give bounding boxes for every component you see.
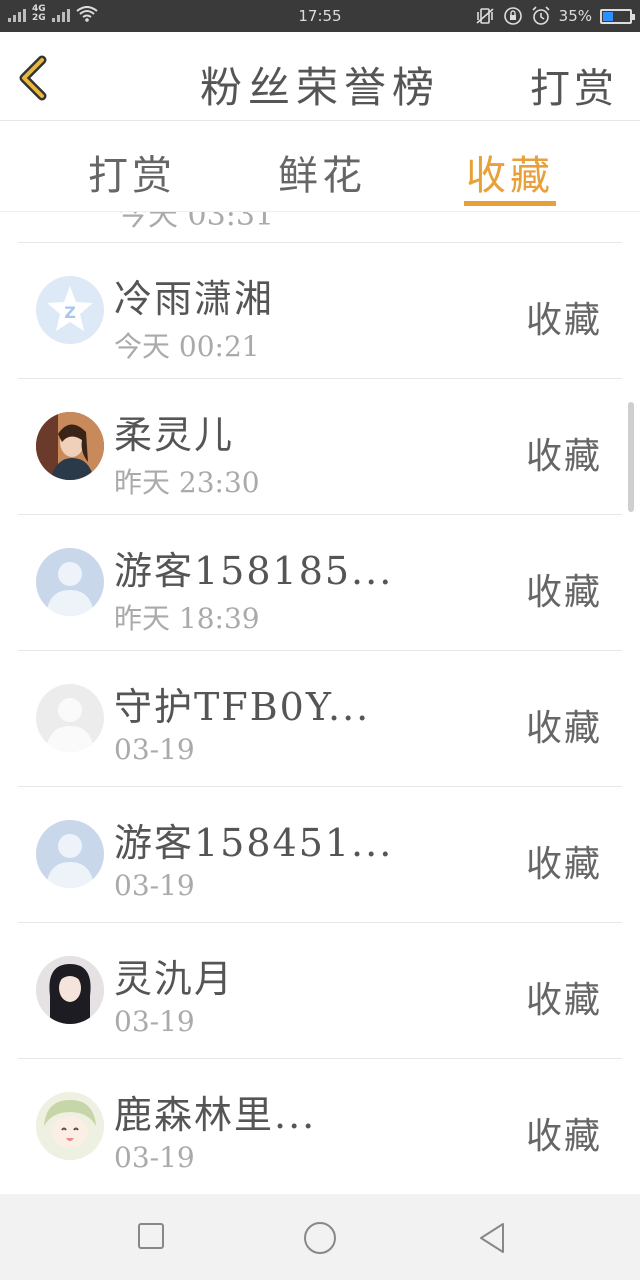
list-item[interactable]: 游客158185... 昨天 18:39 收藏 bbox=[18, 514, 622, 650]
list-item[interactable]: 柔灵儿 昨天 23:30 收藏 bbox=[18, 378, 622, 514]
favorite-label: 收藏 bbox=[525, 436, 602, 477]
tab-favorites[interactable]: 收藏 bbox=[466, 143, 554, 201]
active-tab-indicator bbox=[464, 201, 556, 206]
home-icon[interactable] bbox=[303, 1222, 337, 1254]
scrollbar[interactable] bbox=[628, 402, 634, 512]
tab-bar: 打赏 鲜花 收藏 bbox=[0, 121, 640, 212]
anime-avatar bbox=[36, 1092, 104, 1160]
status-right: 35% bbox=[475, 6, 635, 26]
rotation-lock-icon bbox=[503, 7, 522, 25]
qq-default-avatar: Z bbox=[36, 276, 104, 344]
vibrate-icon bbox=[476, 8, 494, 24]
favorite-label: 收藏 bbox=[525, 708, 602, 749]
tip-button[interactable]: 打赏 bbox=[530, 56, 618, 114]
favorite-time: 昨天 18:39 bbox=[114, 602, 260, 635]
battery-icon bbox=[600, 8, 635, 24]
favorite-label: 收藏 bbox=[525, 1116, 602, 1157]
favorite-label: 收藏 bbox=[525, 300, 602, 341]
list-item[interactable]: 鹿森林里... 03-19 收藏 bbox=[18, 1058, 622, 1194]
user-name: 冷雨潇湘 bbox=[114, 277, 275, 321]
list-item[interactable]: 守护TFB0Y... 03-19 收藏 bbox=[18, 650, 622, 786]
favorite-time: 昨天 23:30 bbox=[114, 466, 260, 499]
user-name: 游客158451... bbox=[114, 821, 394, 865]
photo-avatar bbox=[36, 956, 104, 1024]
battery-percent: 35% bbox=[558, 7, 592, 25]
favorite-time: 03-19 bbox=[114, 1005, 195, 1038]
recent-apps-icon[interactable] bbox=[138, 1222, 164, 1250]
guest-avatar-gray bbox=[36, 684, 104, 752]
favorite-time: 03-19 bbox=[114, 733, 195, 766]
status-bar: 4G 2G 17:55 35% bbox=[0, 0, 640, 32]
favorite-time: 今天 00:21 bbox=[114, 330, 260, 363]
photo-avatar bbox=[36, 412, 104, 480]
svg-text:Z: Z bbox=[64, 303, 76, 322]
favorite-label: 收藏 bbox=[525, 572, 602, 613]
user-name: 灵氿月 bbox=[114, 957, 235, 1001]
header: 粉丝荣誉榜 打赏 bbox=[0, 32, 640, 121]
guest-avatar-blue bbox=[36, 548, 104, 616]
alarm-icon bbox=[532, 6, 550, 25]
favorite-time: 03-19 bbox=[114, 869, 195, 902]
list-item[interactable]: 灵氿月 03-19 收藏 bbox=[18, 922, 622, 1058]
list-item[interactable]: Z 冷雨潇湘 今天 00:21 收藏 bbox=[18, 242, 622, 378]
user-name: 游客158185... bbox=[114, 549, 394, 593]
user-name: 柔灵儿 bbox=[114, 413, 235, 457]
user-name: 守护TFB0Y... bbox=[114, 685, 371, 729]
tab-tip[interactable]: 打赏 bbox=[88, 143, 176, 201]
partial-row-time: 今天 03:31 bbox=[118, 212, 274, 233]
user-name: 鹿森林里... bbox=[114, 1093, 317, 1137]
favorite-time: 03-19 bbox=[114, 1141, 195, 1174]
fan-list: 今天 03:31 Z 冷雨潇湘 今天 00:21 收藏 柔灵儿 昨天 23:30… bbox=[0, 212, 640, 1194]
guest-avatar-blue bbox=[36, 820, 104, 888]
list-item[interactable]: 游客158451... 03-19 收藏 bbox=[18, 786, 622, 922]
tab-flowers[interactable]: 鲜花 bbox=[278, 143, 366, 201]
back-icon[interactable] bbox=[478, 1222, 506, 1254]
system-nav-bar bbox=[0, 1194, 640, 1280]
favorite-label: 收藏 bbox=[525, 980, 602, 1021]
favorite-label: 收藏 bbox=[525, 844, 602, 885]
